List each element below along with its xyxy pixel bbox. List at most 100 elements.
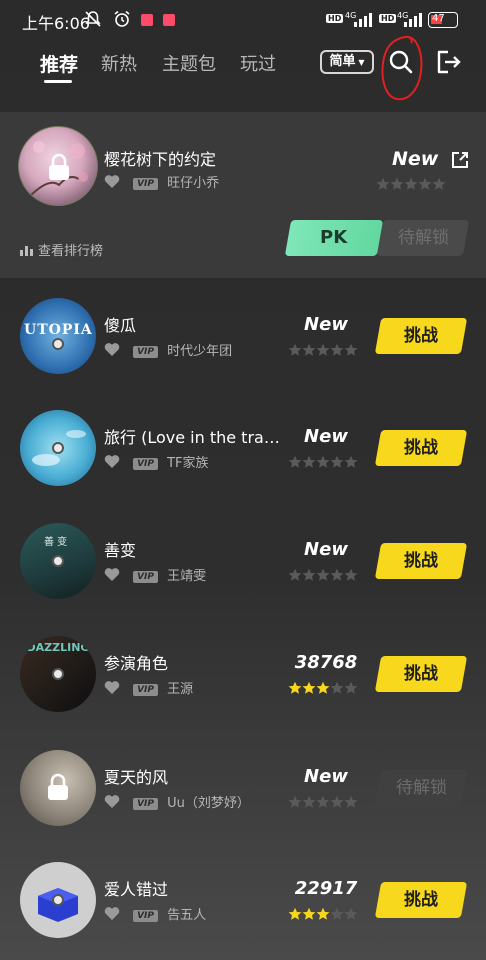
heart-icon[interactable]	[104, 454, 120, 469]
vip-badge: VIP	[133, 798, 159, 810]
star-empty-icon	[330, 681, 344, 694]
mode-label: 简单	[329, 54, 356, 69]
song-title: 爱人错过	[104, 880, 169, 899]
difficulty-mode-button[interactable]: 简单 ▼	[320, 50, 374, 74]
list-item[interactable]: DAZZLING 参演角色 VIP 王源 38768 挑战	[0, 616, 486, 728]
chevron-down-icon: ▼	[355, 58, 365, 67]
song-meta: VIP 告五人	[104, 904, 207, 923]
status-time: 上午6:06	[22, 14, 90, 33]
rating-stars	[288, 794, 358, 813]
song-meta: VIP Uu（刘梦妤）	[104, 792, 250, 811]
star-empty-icon	[432, 177, 446, 190]
app-notification-icon	[141, 14, 153, 26]
artist-name: 旺仔小乔	[167, 176, 220, 191]
featured-song-card[interactable]: 樱花树下的约定 VIP 旺仔小乔 New 查看排行榜 PK 待解锁	[0, 112, 486, 278]
song-title: 旅行 (Love in the tra…	[104, 428, 280, 447]
star-empty-icon	[302, 568, 316, 581]
star-filled-icon	[288, 681, 302, 694]
battery-level: 47	[432, 13, 445, 24]
battery-icon: 47	[428, 12, 458, 28]
score-label: New	[304, 539, 348, 560]
star-empty-icon	[288, 455, 302, 468]
album-cover	[18, 126, 98, 206]
challenge-button[interactable]: 挑战	[374, 318, 468, 354]
star-empty-icon	[288, 795, 302, 808]
star-empty-icon	[390, 177, 404, 190]
score-label: New	[304, 766, 348, 787]
app-notification-icon	[163, 14, 175, 26]
star-empty-icon	[344, 681, 358, 694]
artist-name: 告五人	[167, 908, 207, 923]
challenge-button[interactable]: 挑战	[374, 882, 468, 918]
artist-name: Uu（刘梦妤）	[167, 796, 250, 811]
star-empty-icon	[330, 343, 344, 356]
star-empty-icon	[316, 343, 330, 356]
vip-badge: VIP	[133, 178, 159, 190]
artist-name: 时代少年团	[167, 344, 233, 359]
cover-art-text: 善 变	[44, 537, 68, 548]
star-empty-icon	[316, 795, 330, 808]
star-empty-icon	[404, 177, 418, 190]
heart-icon[interactable]	[104, 794, 120, 809]
rating-stars	[288, 454, 358, 473]
pk-label: PK	[320, 227, 348, 248]
tab-new-hot[interactable]: 新热	[101, 50, 137, 76]
star-empty-icon	[302, 343, 316, 356]
song-meta: VIP 旺仔小乔	[104, 172, 220, 191]
star-empty-icon	[316, 455, 330, 468]
list-item[interactable]: UTOPIA 傻瓜 VIP 时代少年团 New 挑战	[0, 278, 486, 390]
vip-badge: VIP	[133, 458, 159, 470]
star-filled-icon	[302, 681, 316, 694]
heart-icon[interactable]	[104, 567, 120, 582]
challenge-button[interactable]: 挑战	[374, 430, 468, 466]
star-empty-icon	[302, 795, 316, 808]
heart-icon[interactable]	[104, 680, 120, 695]
lock-icon	[48, 773, 68, 800]
star-empty-icon	[288, 343, 302, 356]
artist-name: TF家族	[167, 456, 209, 471]
heart-icon[interactable]	[104, 342, 120, 357]
song-meta: VIP 王靖雯	[104, 565, 206, 584]
tab-played[interactable]: 玩过	[240, 50, 276, 76]
song-title: 傻瓜	[104, 316, 137, 335]
heart-icon[interactable]	[104, 906, 120, 921]
locked-label: 待解锁	[397, 228, 449, 248]
rating-stars	[288, 906, 358, 925]
pk-button[interactable]: PK	[284, 220, 384, 256]
star-empty-icon	[344, 907, 358, 920]
rating-stars	[288, 680, 358, 699]
exit-icon[interactable]	[434, 48, 462, 76]
tab-theme-pack[interactable]: 主题包	[162, 50, 216, 76]
leaderboard-link[interactable]: 查看排行榜	[20, 240, 103, 259]
tab-recommend[interactable]: 推荐	[40, 50, 78, 77]
album-cover: 善 变	[20, 523, 96, 599]
action-label: 挑战	[404, 438, 438, 458]
score-label: New	[304, 314, 348, 335]
score-label: 22917	[294, 878, 358, 899]
song-meta: VIP 时代少年团	[104, 340, 233, 359]
list-item[interactable]: 夏天的风 VIP Uu（刘梦妤） New 待解锁	[0, 730, 486, 842]
album-cover: UTOPIA	[20, 298, 96, 374]
lock-icon	[49, 153, 69, 180]
list-item[interactable]: 旅行 (Love in the tra… VIP TF家族 New 挑战	[0, 390, 486, 502]
challenge-button[interactable]: 挑战	[374, 543, 468, 579]
rating-stars	[288, 342, 358, 361]
song-meta: VIP TF家族	[104, 452, 209, 471]
vip-badge: VIP	[133, 571, 159, 583]
star-empty-icon	[288, 568, 302, 581]
heart-icon[interactable]	[104, 174, 120, 189]
list-item[interactable]: 善 变 善变 VIP 王靖雯 New 挑战	[0, 503, 486, 615]
challenge-button[interactable]: 挑战	[374, 656, 468, 692]
album-cover	[20, 862, 96, 938]
album-cover	[20, 750, 96, 826]
star-filled-icon	[316, 681, 330, 694]
locked-button[interactable]: 待解锁	[374, 770, 468, 806]
star-filled-icon	[302, 907, 316, 920]
song-title: 善变	[104, 541, 137, 560]
locked-button[interactable]: 待解锁	[376, 220, 470, 256]
album-cover: DAZZLING	[20, 636, 96, 712]
share-icon[interactable]	[450, 150, 470, 170]
vip-badge: VIP	[133, 910, 159, 922]
list-item[interactable]: 爱人错过 VIP 告五人 22917 挑战	[0, 842, 486, 954]
song-title: 夏天的风	[104, 768, 169, 787]
